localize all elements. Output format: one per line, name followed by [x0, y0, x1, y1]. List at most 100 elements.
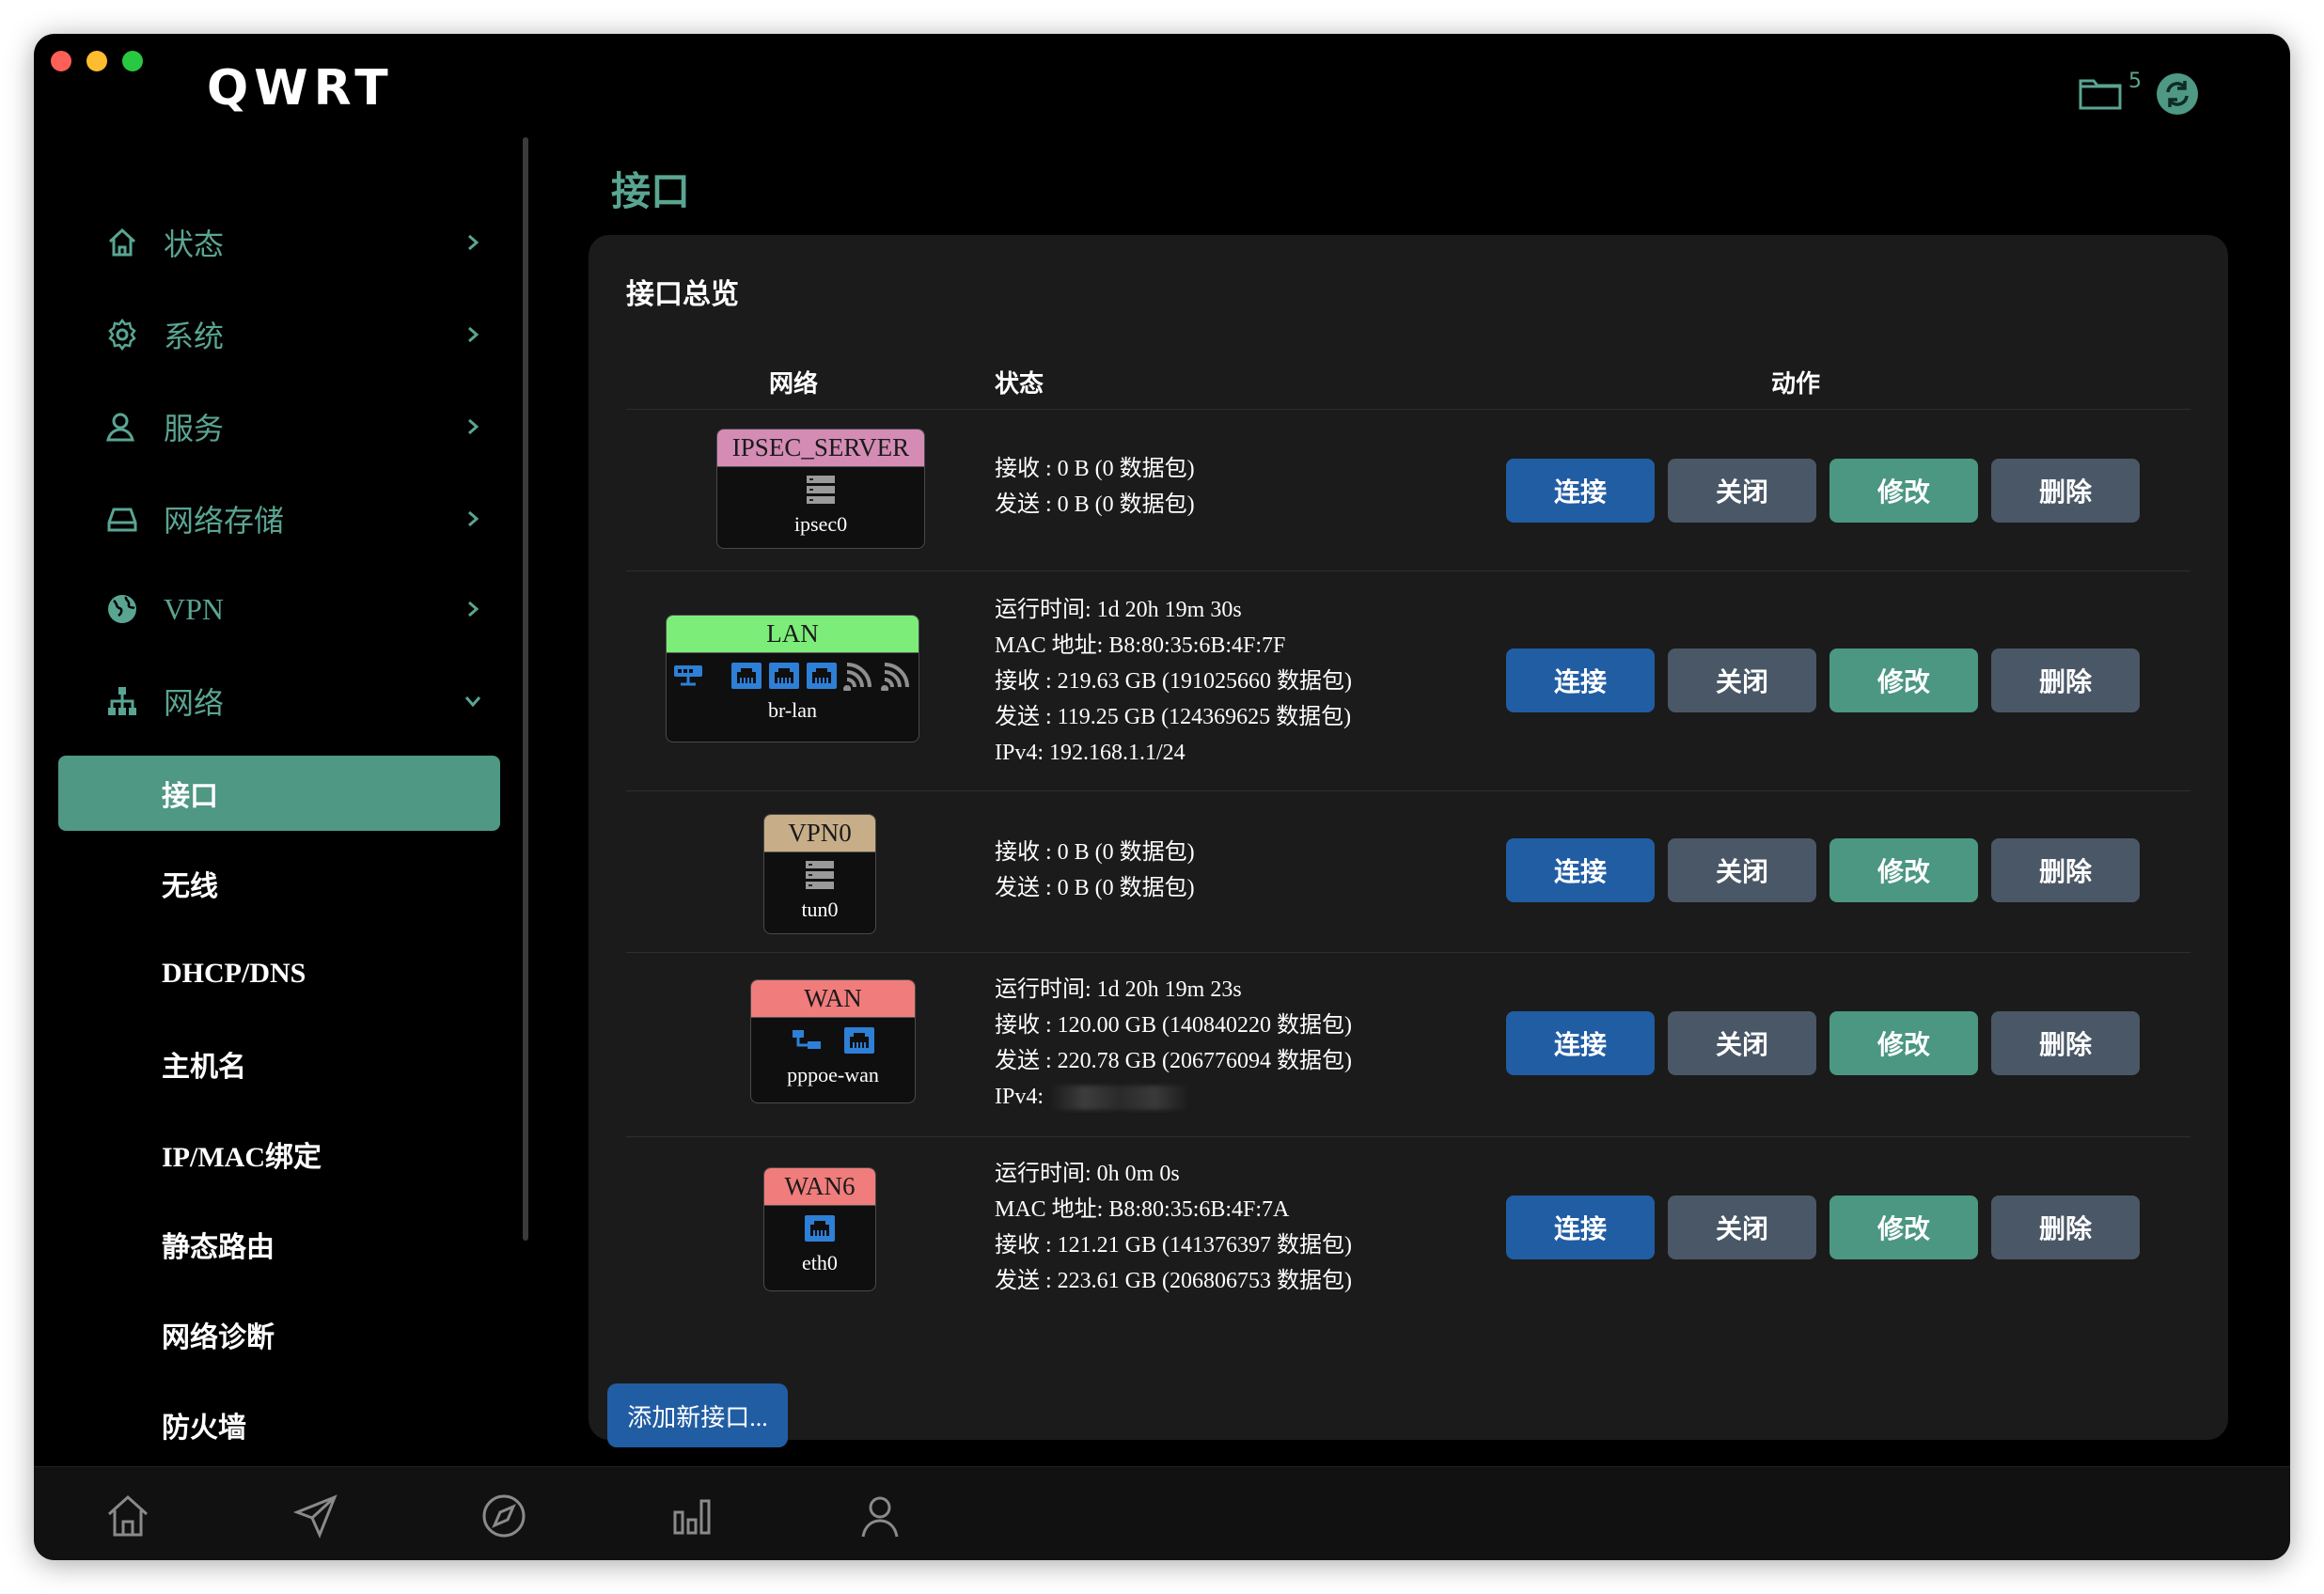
sidebar-subitem-wireless[interactable]: 无线 [58, 846, 500, 921]
device-name: pppoe-wan [787, 1063, 879, 1086]
sidebar-subitem-hostnames[interactable]: 主机名 [58, 1026, 500, 1102]
edit-button[interactable]: 修改 [1829, 1196, 1978, 1259]
ethernet-port-icon [805, 1215, 835, 1242]
connect-button[interactable]: 连接 [1506, 1011, 1655, 1075]
device-name: tun0 [801, 898, 839, 921]
server-icon [806, 861, 834, 889]
add-interface-button[interactable]: 添加新接口... [607, 1383, 788, 1447]
status-line: 接收 : 121.21 GB (141376397 数据包) [995, 1233, 1352, 1258]
column-header-actions: 动作 [1771, 370, 1821, 398]
chevron-right-icon [459, 505, 487, 533]
delete-button[interactable]: 删除 [1991, 649, 2140, 712]
tab-stats[interactable] [666, 1490, 718, 1542]
close-button[interactable]: 关闭 [1668, 838, 1816, 902]
interfaces-panel: 接口总览 网络 状态 动作 IPSEC_SERVER ipsec0 接收 : 0… [589, 235, 2228, 1447]
sidebar-item-system[interactable]: 系统 [34, 306, 523, 363]
redacted-ip [1049, 1086, 1191, 1111]
tab-user[interactable] [854, 1490, 906, 1542]
globe-icon [103, 590, 141, 628]
sidebar-subitem-dhcp-dns[interactable]: DHCP/DNS [58, 936, 500, 1011]
chevron-right-icon [459, 228, 487, 257]
network-card[interactable]: LAN br-lan [666, 615, 919, 742]
close-button[interactable]: 关闭 [1668, 649, 1816, 712]
close-button[interactable]: 关闭 [1668, 1196, 1816, 1259]
tab-home[interactable] [102, 1490, 154, 1542]
minimize-window-button[interactable] [86, 51, 107, 71]
close-button[interactable]: 关闭 [1668, 1011, 1816, 1075]
network-card[interactable]: WAN pppoe-wan [750, 979, 916, 1103]
sidebar-subitem-static-routes[interactable]: 静态路由 [58, 1207, 500, 1282]
chevron-right-icon [459, 595, 487, 623]
delete-button[interactable]: 删除 [1991, 838, 2140, 902]
home-icon [103, 224, 141, 261]
table-row: LAN br-lan 运行时间: 1d 20h 19m 30s MAC 地址: … [626, 571, 2191, 791]
chevron-right-icon [459, 413, 487, 441]
row-actions: 连接 关闭 修改 删除 [1506, 1196, 2140, 1259]
sidebar-subitem-diagnostics[interactable]: 网络诊断 [58, 1297, 500, 1372]
wifi-icon [881, 663, 909, 691]
device-name: eth0 [802, 1251, 838, 1274]
sidebar-item-label: 系统 [164, 320, 225, 353]
device-name: br-lan [767, 698, 818, 722]
sidebar-item-storage[interactable]: 网络存储 [34, 491, 523, 547]
wifi-icon [843, 663, 872, 691]
ethernet-port-icon [844, 1027, 874, 1054]
sidebar-item-label: 服务 [164, 412, 225, 445]
edit-button[interactable]: 修改 [1829, 1011, 1978, 1075]
refresh-button[interactable] [2155, 71, 2200, 117]
network-card[interactable]: WAN6 eth0 [763, 1167, 876, 1291]
close-button[interactable]: 关闭 [1668, 459, 1816, 523]
status-line: 接收 : 0 B (0 数据包) [995, 457, 1195, 481]
sidebar-scrollbar[interactable] [523, 137, 528, 1241]
server-icon [807, 476, 835, 504]
delete-button[interactable]: 删除 [1991, 1196, 2140, 1259]
network-name: VPN0 [764, 815, 875, 852]
network-name: IPSEC_SERVER [717, 430, 924, 467]
app-window: QWRT 5 状态 系统 服务 网络存储 VPN 网络 接口 无线 DHCP/D… [34, 34, 2290, 1560]
ethernet-port-icon [769, 663, 799, 689]
row-actions: 连接 关闭 修改 删除 [1506, 649, 2140, 712]
status-line: MAC 地址: B8:80:35:6B:4F:7F [995, 633, 1286, 658]
network-name: LAN [667, 616, 919, 653]
panel-title: 接口总览 [626, 279, 739, 310]
sidebar-item-status[interactable]: 状态 [34, 214, 523, 271]
edit-button[interactable]: 修改 [1829, 649, 1978, 712]
network-card[interactable]: IPSEC_SERVER ipsec0 [716, 429, 925, 549]
delete-button[interactable]: 删除 [1991, 1011, 2140, 1075]
page-title: 接口 [611, 171, 691, 214]
user-icon [861, 1496, 899, 1538]
sidebar-subitem-firewall[interactable]: 防火墙 [58, 1387, 500, 1462]
connect-button[interactable]: 连接 [1506, 649, 1655, 712]
sidebar-item-vpn[interactable]: VPN [34, 581, 523, 637]
network-card[interactable]: VPN0 tun0 [763, 814, 876, 934]
tab-compass[interactable] [478, 1490, 530, 1542]
zoom-window-button[interactable] [122, 51, 143, 71]
status-line: 发送 : 0 B (0 数据包) [995, 876, 1195, 900]
sidebar-item-network[interactable]: 网络 [34, 673, 523, 729]
tab-send[interactable] [290, 1490, 342, 1542]
status-line: IPv4: 192.168.1.1/24 [995, 741, 1186, 765]
edit-button[interactable]: 修改 [1829, 459, 1978, 523]
connect-button[interactable]: 连接 [1506, 1196, 1655, 1259]
device-icons [764, 852, 875, 898]
status-line: 发送 : 119.25 GB (124369625 数据包) [995, 705, 1352, 729]
user-icon [103, 408, 141, 445]
sidebar-item-services[interactable]: 服务 [34, 398, 523, 455]
status-block: 运行时间: 0h 0m 0s MAC 地址: B8:80:35:6B:4F:7A… [995, 1156, 1352, 1299]
close-window-button[interactable] [51, 51, 71, 71]
window-controls [51, 51, 143, 71]
connect-button[interactable]: 连接 [1506, 838, 1655, 902]
device-icons [751, 1018, 915, 1063]
sidebar-item-label: 网络存储 [164, 504, 285, 538]
bar-chart-icon [673, 1499, 711, 1535]
folder-notification-button[interactable]: 5 [2078, 70, 2142, 115]
sidebar-subitem-interfaces[interactable]: 接口 [58, 756, 500, 831]
connect-button[interactable]: 连接 [1506, 459, 1655, 523]
status-line: 接收 : 219.63 GB (191025660 数据包) [995, 669, 1352, 694]
delete-button[interactable]: 删除 [1991, 459, 2140, 523]
edit-button[interactable]: 修改 [1829, 838, 1978, 902]
sidebar-subitem-ip-mac-binding[interactable]: IP/MAC绑定 [58, 1117, 500, 1192]
sidebar-item-label: VPN [164, 591, 225, 626]
table-row: VPN0 tun0 接收 : 0 B (0 数据包) 发送 : 0 B (0 数… [626, 791, 2191, 953]
status-line: 发送 : 0 B (0 数据包) [995, 492, 1195, 517]
